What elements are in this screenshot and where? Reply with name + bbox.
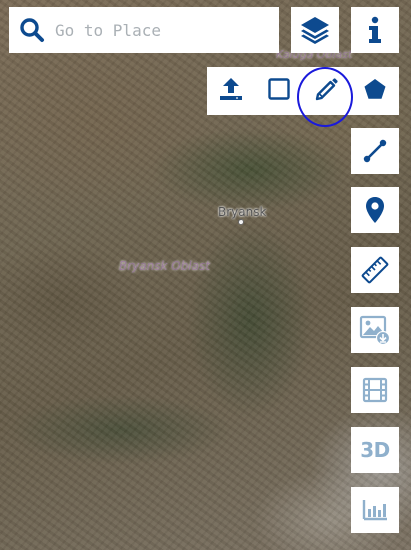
- bar-chart-icon: [362, 498, 388, 522]
- line-tool-button[interactable]: [351, 128, 399, 174]
- animation-button[interactable]: [351, 367, 399, 413]
- export-image-button[interactable]: [351, 307, 399, 353]
- pencil-icon: [314, 76, 340, 106]
- draw-toolbar: [207, 67, 399, 115]
- map-label-city: Bryansk: [218, 205, 267, 219]
- point-tool-button[interactable]: [351, 187, 399, 233]
- map-label-region: Bryansk Oblast: [119, 259, 210, 273]
- search-input[interactable]: [55, 10, 279, 50]
- map-pin-icon: [365, 196, 385, 224]
- film-icon: [362, 377, 388, 403]
- rectangle-tool-button[interactable]: [255, 67, 303, 115]
- ruler-icon: [361, 256, 389, 284]
- measure-tool-button[interactable]: [351, 247, 399, 293]
- 3d-view-button[interactable]: 3D: [351, 427, 399, 473]
- info-button[interactable]: [351, 7, 399, 53]
- line-icon: [362, 138, 388, 164]
- upload-button[interactable]: [207, 67, 255, 115]
- rectangle-icon: [267, 77, 291, 105]
- image-download-icon: [359, 314, 391, 346]
- search-icon[interactable]: [9, 7, 55, 53]
- info-icon: [367, 16, 383, 44]
- chart-button[interactable]: [351, 487, 399, 533]
- upload-icon: [218, 76, 244, 106]
- pentagon-icon: [363, 77, 387, 105]
- 3d-icon: 3D: [360, 438, 390, 462]
- freehand-draw-button[interactable]: [303, 67, 351, 115]
- city-marker: [238, 219, 244, 225]
- layers-icon: [299, 14, 331, 46]
- layers-button[interactable]: [291, 7, 339, 53]
- search-bar: [9, 7, 279, 53]
- polygon-tool-button[interactable]: [351, 67, 399, 115]
